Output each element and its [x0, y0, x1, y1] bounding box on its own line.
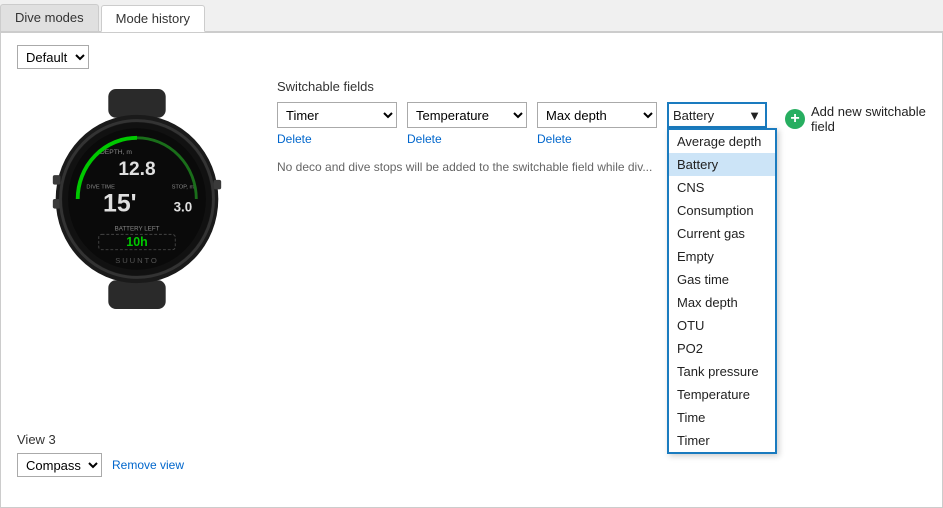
- dropdown-item-current-gas[interactable]: Current gas: [669, 222, 775, 245]
- delete-link-3[interactable]: Delete: [537, 132, 572, 146]
- dropdown-item-otu[interactable]: OTU: [669, 314, 775, 337]
- main-area: DEPTH, m 12.8 DIVE TIME STOP, m 15' 3.0 …: [17, 79, 926, 309]
- add-field-label: Add new switchable field: [811, 104, 926, 134]
- svg-text:BATTERY LEFT: BATTERY LEFT: [115, 226, 160, 233]
- svg-text:10h: 10h: [126, 235, 147, 249]
- field-select-2[interactable]: Timer Temperature Max depth Battery: [407, 102, 527, 128]
- delete-link-1[interactable]: Delete: [277, 132, 312, 146]
- delete-link-2[interactable]: Delete: [407, 132, 442, 146]
- svg-text:12.8: 12.8: [118, 159, 156, 180]
- tab-mode-history[interactable]: Mode history: [101, 5, 205, 32]
- view3-row: Compass Remove view: [17, 453, 184, 477]
- battery-selected-value: Battery: [673, 108, 714, 123]
- watch-area: DEPTH, m 12.8 DIVE TIME STOP, m 15' 3.0 …: [17, 89, 257, 309]
- fields-row: Timer Temperature Max depth Battery Dele…: [277, 102, 926, 146]
- field-group-2: Timer Temperature Max depth Battery Dele…: [407, 102, 527, 146]
- tab-bar: Dive modes Mode history: [0, 0, 943, 32]
- watch-image: DEPTH, m 12.8 DIVE TIME STOP, m 15' 3.0 …: [37, 89, 237, 309]
- dropdown-item-timer[interactable]: Timer: [669, 429, 775, 452]
- battery-select-btn[interactable]: Battery ▼: [667, 102, 767, 128]
- view3-select[interactable]: Compass: [17, 453, 102, 477]
- notice-text: No deco and dive stops will be added to …: [277, 160, 657, 174]
- add-switchable-field-btn[interactable]: + Add new switchable field: [785, 104, 926, 134]
- dropdown-item-max-depth[interactable]: Max depth: [669, 291, 775, 314]
- tab-dive-modes[interactable]: Dive modes: [0, 4, 99, 31]
- dropdown-item-gas-time[interactable]: Gas time: [669, 268, 775, 291]
- svg-text:DEPTH, m: DEPTH, m: [100, 149, 132, 156]
- dropdown-item-time[interactable]: Time: [669, 406, 775, 429]
- field-group-3: Timer Temperature Max depth Battery Dele…: [537, 102, 657, 146]
- svg-text:STOP, m: STOP, m: [172, 184, 195, 190]
- remove-view-link[interactable]: Remove view: [112, 458, 184, 472]
- dropdown-item-tank-pressure[interactable]: Tank pressure: [669, 360, 775, 383]
- field-select-3[interactable]: Timer Temperature Max depth Battery: [537, 102, 657, 128]
- add-icon: +: [785, 109, 805, 129]
- svg-text:SUUNTO: SUUNTO: [115, 256, 159, 265]
- dropdown-item-cns[interactable]: CNS: [669, 176, 775, 199]
- dropdown-item-po2[interactable]: PO2: [669, 337, 775, 360]
- view3-section: View 3 Compass Remove view: [17, 432, 184, 477]
- dropdown-item-temperature[interactable]: Temperature: [669, 383, 775, 406]
- svg-text:15': 15': [103, 189, 137, 217]
- dropdown-item-empty[interactable]: Empty: [669, 245, 775, 268]
- battery-dropdown-arrow: ▼: [748, 108, 761, 123]
- battery-dropdown-list: Average depth Battery CNS Consumption Cu…: [667, 128, 777, 454]
- field-group-1: Timer Temperature Max depth Battery Dele…: [277, 102, 397, 146]
- dropdown-item-average-depth[interactable]: Average depth: [669, 130, 775, 153]
- field-group-battery: Battery ▼ Average depth Battery CNS Cons…: [667, 102, 767, 146]
- view3-label: View 3: [17, 432, 184, 447]
- default-select[interactable]: Default: [17, 45, 89, 69]
- dropdown-item-consumption[interactable]: Consumption: [669, 199, 775, 222]
- switchable-fields-label: Switchable fields: [277, 79, 926, 94]
- right-panel: Switchable fields Timer Temperature Max …: [257, 79, 926, 174]
- default-select-row: Default: [17, 45, 926, 69]
- dropdown-item-battery[interactable]: Battery: [669, 153, 775, 176]
- svg-text:3.0: 3.0: [174, 199, 193, 214]
- main-content: Default: [0, 32, 943, 508]
- field-select-1[interactable]: Timer Temperature Max depth Battery: [277, 102, 397, 128]
